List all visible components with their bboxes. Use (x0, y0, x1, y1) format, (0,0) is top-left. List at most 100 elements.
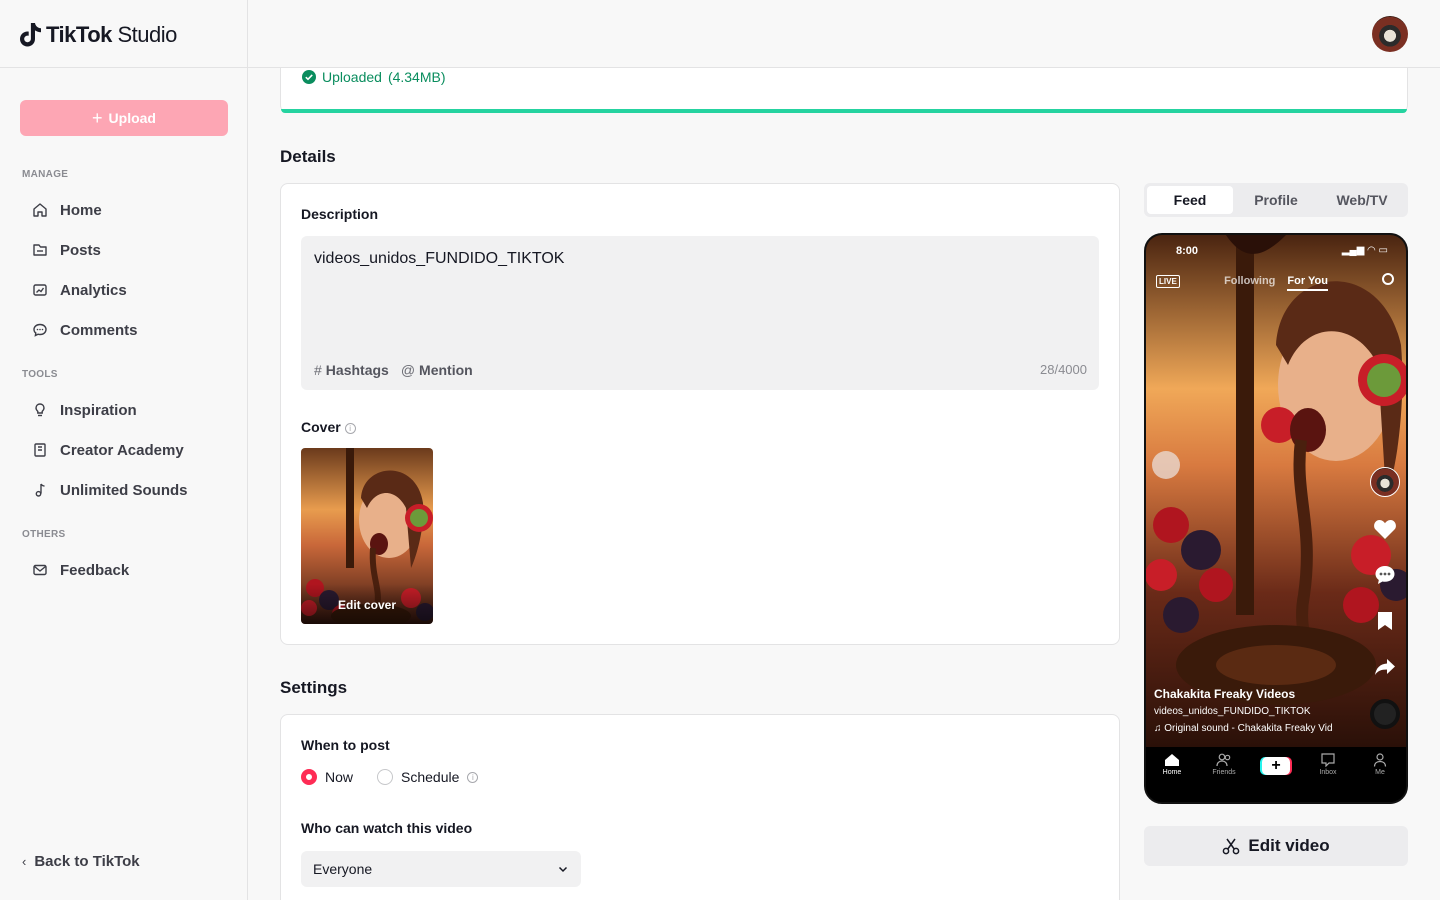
info-icon[interactable]: i (344, 423, 356, 434)
logo-sub: Studio (117, 22, 178, 47)
edit-cover-label: Edit cover (337, 598, 397, 612)
tiktok-studio-logo[interactable]: TikTok Studio (20, 20, 177, 50)
sidebar-item-comments[interactable]: Comments (20, 312, 228, 348)
phone-sound: Original sound - Chakakita Freaky Vid (1164, 723, 1333, 734)
phone-nav-following: Following (1224, 275, 1276, 287)
phone-search-icon (1382, 273, 1394, 285)
hash-icon: # (314, 362, 322, 378)
avatar[interactable] (1372, 16, 1408, 52)
tab-web-tv[interactable]: Web/TV (1319, 186, 1405, 214)
who-can-watch-label: Who can watch this video (301, 820, 473, 836)
radio-schedule[interactable]: Schedule i (377, 769, 479, 785)
radio-now[interactable]: Now (301, 769, 353, 785)
preview-tabs: Feed Profile Web/TV (1144, 183, 1408, 217)
upload-size: (4.34MB) (387, 69, 446, 85)
cover-thumbnail[interactable]: Edit cover (301, 448, 433, 624)
sound-disc-icon (1370, 699, 1400, 729)
hashtags-button[interactable]: # Hashtags (314, 362, 389, 378)
comment-bubble-icon (1371, 561, 1399, 589)
phone-nav-friends: Friends (1204, 753, 1244, 776)
edit-video-button[interactable]: Edit video (1144, 826, 1408, 866)
heart-icon (1371, 515, 1399, 543)
sidebar-item-unlimited-sounds[interactable]: Unlimited Sounds (20, 472, 228, 508)
when-to-post-label: When to post (301, 737, 390, 753)
sidebar-item-label: Creator Academy (60, 441, 184, 459)
tab-feed[interactable]: Feed (1147, 186, 1233, 214)
upload-button-label: Upload (108, 110, 156, 126)
settings-title: Settings (280, 678, 348, 697)
when-to-post-options: Now Schedule i (301, 769, 479, 785)
phone-author: Chakakita Freaky Videos (1154, 687, 1296, 701)
phone-caption: Chakakita Freaky Videos videos_unidos_FU… (1154, 686, 1354, 737)
comment-icon (33, 323, 47, 337)
sidebar-item-label: Inspiration (60, 401, 137, 419)
upload-status: Uploaded (4.34MB) (302, 69, 446, 85)
sidebar-item-label: Analytics (60, 281, 127, 299)
sidebar-item-label: Comments (60, 321, 138, 339)
share-icon (1371, 653, 1399, 681)
phone-nav-me-label: Me (1375, 769, 1385, 776)
mail-icon (33, 564, 47, 576)
upload-progress-bar (281, 109, 1407, 113)
radio-schedule-label: Schedule (401, 769, 460, 785)
phone-music-icon: ♫ (1154, 723, 1165, 734)
sidebar-item-inspiration[interactable]: Inspiration (20, 392, 228, 428)
tiktok-note-icon (20, 23, 41, 47)
radio-schedule-indicator (377, 769, 394, 785)
phone-plus-icon: + (1262, 757, 1290, 775)
hashtags-label: Hashtags (325, 362, 389, 378)
sidebar-item-creator-academy[interactable]: Creator Academy (20, 432, 228, 468)
edit-video-label: Edit video (1248, 836, 1330, 855)
upload-status-card: Uploaded (4.34MB) (280, 68, 1408, 113)
schedule-info-icon[interactable]: i (467, 771, 479, 783)
upload-button[interactable]: + Upload (20, 100, 228, 136)
sidebar-item-feedback[interactable]: Feedback (20, 552, 228, 588)
cover-label-row: Cover i (301, 419, 356, 435)
settings-card: When to post Now Schedule i Who can watc… (280, 714, 1120, 900)
phone-nav-home-label: Home (1162, 769, 1182, 776)
mention-button[interactable]: @ Mention (401, 362, 473, 378)
sidebar: TikTok Studio + Upload MANAGE Home Posts… (0, 0, 248, 900)
sidebar-item-label: Posts (60, 241, 101, 259)
who-can-watch-value: Everyone (313, 861, 373, 877)
description-input[interactable]: videos_unidos_FUNDIDO_TIKTOK # Hashtags @… (301, 236, 1099, 390)
phone-preview: 8:00 ▂▄▆ ◠ ▭ LIVE Following For You Chak… (1144, 233, 1408, 804)
upload-status-text: Uploaded (322, 69, 382, 85)
chart-icon (33, 284, 47, 296)
back-link-label: Back to TikTok (34, 853, 140, 870)
edit-cover-button[interactable]: Edit cover (301, 584, 433, 624)
scissors-icon (1223, 838, 1240, 855)
radio-now-label: Now (325, 769, 354, 785)
cover-label: Cover (301, 419, 341, 435)
phone-top-nav: Following For You (1146, 275, 1406, 291)
sidebar-item-label: Home (60, 201, 102, 219)
who-can-watch-select[interactable]: Everyone (301, 851, 581, 887)
tab-profile[interactable]: Profile (1233, 186, 1319, 214)
section-label-others: OTHERS (22, 529, 66, 540)
sidebar-item-home[interactable]: Home (20, 192, 228, 228)
details-title: Details (280, 147, 336, 166)
back-to-tiktok-link[interactable]: ‹ Back to TikTok (22, 853, 140, 870)
description-label: Description (301, 206, 379, 222)
details-card: Description videos_unidos_FUNDIDO_TIKTOK… (280, 183, 1120, 645)
phone-home-icon (1165, 754, 1179, 766)
phone-actions (1370, 467, 1400, 729)
char-count: 28/4000 (1040, 362, 1087, 377)
section-label-manage: MANAGE (22, 169, 69, 180)
sidebar-item-posts[interactable]: Posts (20, 232, 228, 268)
phone-caption-text: videos_unidos_FUNDIDO_TIKTOK (1154, 706, 1311, 717)
folder-icon (33, 244, 47, 256)
phone-nav-me: Me (1360, 753, 1400, 776)
chevron-down-icon (558, 866, 568, 873)
phone-me-icon (1373, 753, 1387, 767)
phone-friends-icon (1216, 753, 1231, 767)
video-preview-image (1146, 235, 1406, 747)
sidebar-item-analytics[interactable]: Analytics (20, 272, 228, 308)
at-icon: @ (400, 362, 416, 378)
home-icon (33, 203, 47, 217)
sidebar-item-label: Feedback (60, 561, 130, 579)
radio-now-indicator (301, 769, 317, 785)
music-note-icon (35, 483, 45, 497)
phone-nav-home: Home (1152, 753, 1192, 776)
check-circle-icon (302, 70, 316, 84)
